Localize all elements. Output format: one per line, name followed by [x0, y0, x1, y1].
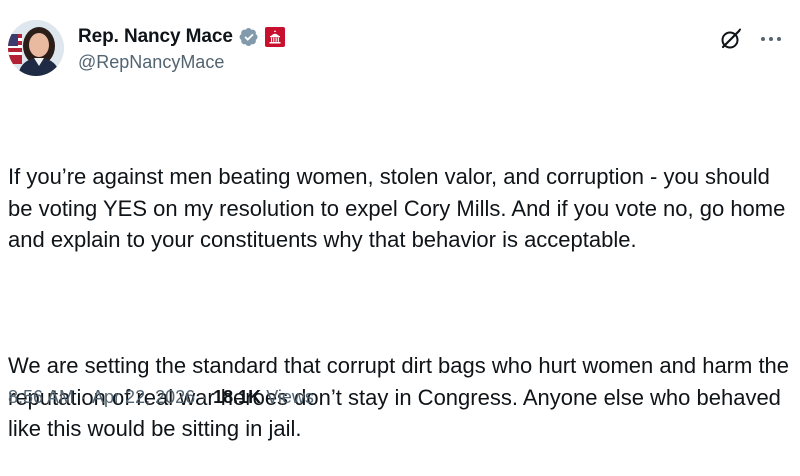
meta-separator: ·	[201, 387, 208, 407]
author-handle[interactable]: @RepNancyMace	[78, 52, 224, 73]
tweet-top-actions	[718, 26, 784, 52]
us-house-affiliation-icon[interactable]	[264, 27, 285, 47]
tweet-date[interactable]: Apr 22, 2026	[92, 387, 195, 408]
meta-separator: ·	[80, 387, 87, 407]
avatar-image	[8, 20, 64, 76]
tweet-text: If you’re against men beating women, sto…	[8, 98, 792, 476]
tweet-header: Rep. Nancy Mace @RepNancyMace	[8, 20, 792, 80]
tweet-paragraph: If you’re against men beating women, sto…	[8, 164, 792, 252]
verified-badge-icon	[239, 27, 259, 47]
views-label: Views	[266, 387, 314, 407]
avatar[interactable]	[8, 20, 64, 76]
views[interactable]: 18.1K Views	[213, 387, 314, 408]
grok-icon[interactable]	[718, 26, 744, 52]
author-name[interactable]: Rep. Nancy Mace	[78, 26, 233, 48]
tweet-time[interactable]: 8:56 AM	[8, 387, 74, 408]
views-count: 18.1K	[213, 387, 262, 407]
tweet-meta: 8:56 AM · Apr 22, 2026 · 18.1K Views	[8, 387, 314, 408]
more-options-icon[interactable]	[758, 26, 784, 52]
author-name-row: Rep. Nancy Mace	[78, 24, 285, 50]
